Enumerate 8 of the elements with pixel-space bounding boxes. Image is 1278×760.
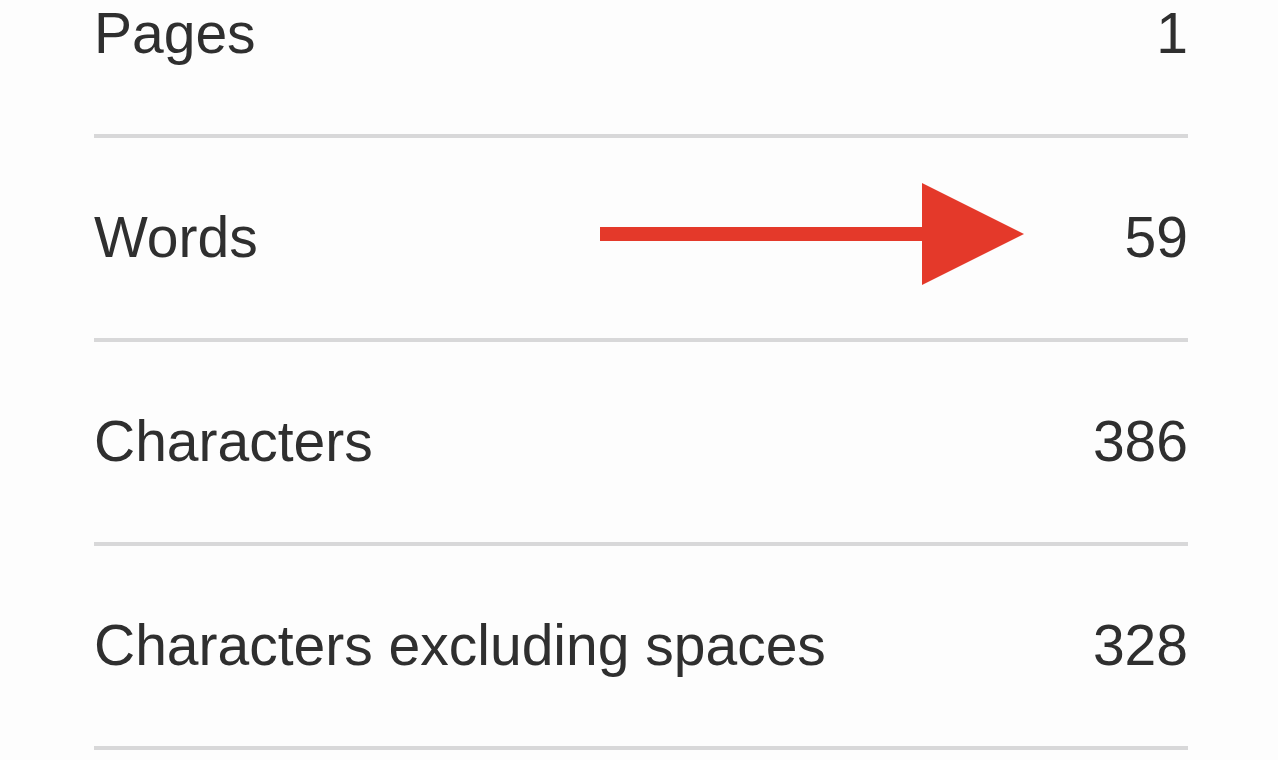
stat-value: 328 [1092,614,1188,678]
stat-label: Words [94,206,258,270]
stat-label: Pages [94,2,256,66]
stat-label: Characters [94,410,373,474]
stat-label: Characters excluding spaces [94,614,826,678]
stat-value: 59 [1124,206,1188,270]
stat-value: 386 [1092,410,1188,474]
stat-value: 1 [1156,2,1188,66]
